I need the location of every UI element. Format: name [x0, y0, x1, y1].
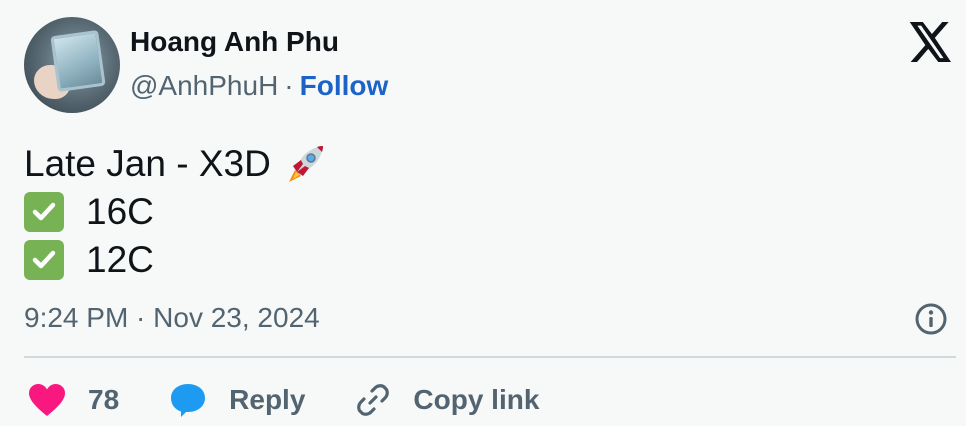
- likes-count: 78: [88, 384, 120, 415]
- author-handle[interactable]: @AnhPhuH: [130, 70, 278, 101]
- tweet-text: Late Jan - X3D 16C 12C: [24, 140, 327, 284]
- action-bar: 78 Reply Copy link: [28, 378, 589, 422]
- tweet-line: 12C: [24, 236, 327, 284]
- avatar[interactable]: [24, 17, 120, 113]
- info-icon[interactable]: [914, 302, 948, 336]
- tweet-line-text: 12C: [86, 239, 154, 280]
- heart-icon: [29, 384, 65, 416]
- timestamp[interactable]: 9:24 PM · Nov 23, 2024: [24, 302, 320, 334]
- follow-button[interactable]: Follow: [300, 70, 389, 101]
- author-name[interactable]: Hoang Anh Phu: [130, 26, 339, 58]
- like-button[interactable]: 78: [28, 383, 119, 417]
- rocket-icon: [288, 146, 323, 182]
- check-mark-button-icon: [24, 240, 64, 280]
- link-icon: [357, 384, 390, 416]
- tweet-line-text: 16C: [86, 191, 154, 232]
- avatar-card: [50, 29, 106, 93]
- handle-separator: ·: [284, 70, 294, 101]
- x-logo-icon[interactable]: [909, 22, 953, 62]
- check-mark-button-icon: [24, 192, 64, 232]
- reply-label: Reply: [229, 384, 306, 415]
- copy-link-button[interactable]: Copy link: [355, 382, 539, 418]
- tweet-line: 16C: [24, 188, 327, 236]
- copy-link-label: Copy link: [413, 384, 540, 415]
- tweet-line-text: Late Jan - X3D: [24, 143, 271, 184]
- tweet-line: Late Jan - X3D: [24, 140, 327, 188]
- reply-bubble-icon: [171, 384, 206, 417]
- handle-row: @AnhPhuH · Follow: [130, 70, 388, 102]
- divider: [24, 356, 956, 358]
- reply-button[interactable]: Reply: [169, 382, 305, 418]
